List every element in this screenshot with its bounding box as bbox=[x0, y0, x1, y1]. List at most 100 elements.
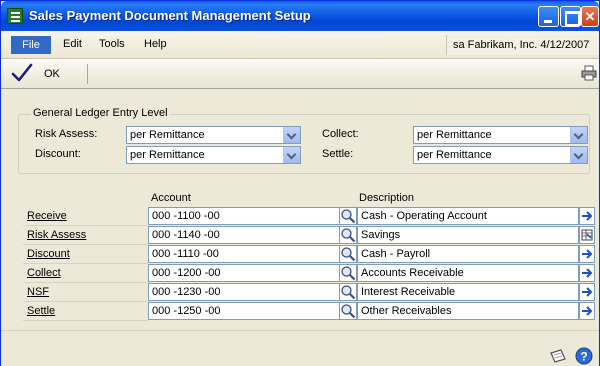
printer-icon[interactable] bbox=[581, 65, 597, 81]
magnifier-icon bbox=[341, 266, 356, 281]
chevron-down-icon[interactable] bbox=[283, 127, 300, 143]
account-input[interactable]: 000 -1100 -00 bbox=[148, 207, 340, 225]
risk-assess-value: per Remittance bbox=[130, 129, 205, 141]
row-link-settle[interactable]: Settle bbox=[27, 305, 55, 317]
gl-entry-group bbox=[18, 114, 590, 174]
account-value: 000 -1110 -00 bbox=[152, 248, 219, 260]
collect-dropdown[interactable]: per Remittance bbox=[413, 126, 588, 144]
description-value: Interest Receivable bbox=[361, 286, 456, 298]
magnifier-icon bbox=[341, 304, 356, 319]
chevron-down-icon[interactable] bbox=[570, 147, 587, 163]
magnifier-icon bbox=[341, 228, 356, 243]
expand-button[interactable] bbox=[579, 226, 595, 244]
account-value: 000 -1250 -00 bbox=[152, 305, 221, 317]
expand-button[interactable] bbox=[579, 245, 595, 263]
window: Sales Payment Document Management Setup … bbox=[0, 0, 600, 366]
row-link-nsf[interactable]: NSF bbox=[27, 286, 49, 298]
description-value: Accounts Receivable bbox=[361, 267, 464, 279]
expand-button[interactable] bbox=[579, 302, 595, 320]
window-title: Sales Payment Document Management Setup bbox=[29, 8, 311, 23]
account-row: Collect 000 -1200 -00 Accounts Receivabl… bbox=[23, 264, 595, 283]
description-field: Cash - Operating Account bbox=[357, 207, 579, 225]
account-row: NSF 000 -1230 -00 Interest Receivable bbox=[23, 283, 595, 302]
discount-dropdown[interactable]: per Remittance bbox=[126, 146, 301, 164]
maximize-button[interactable] bbox=[560, 6, 581, 27]
arrow-right-icon bbox=[582, 249, 593, 259]
help-icon[interactable]: ? bbox=[575, 347, 593, 365]
row-link-discount[interactable]: Discount bbox=[27, 248, 70, 260]
lookup-button[interactable] bbox=[339, 245, 357, 263]
minimize-button[interactable] bbox=[538, 6, 559, 27]
checkmark-icon bbox=[11, 63, 33, 82]
account-input[interactable]: 000 -1110 -00 bbox=[148, 245, 340, 263]
svg-text:?: ? bbox=[580, 350, 587, 364]
account-row: Risk Assess 000 -1140 -00 Savings bbox=[23, 226, 595, 245]
row-link-risk-assess[interactable]: Risk Assess bbox=[27, 229, 86, 241]
note-icon[interactable] bbox=[549, 349, 567, 363]
risk-assess-label: Risk Assess: bbox=[35, 128, 98, 140]
menu-file[interactable]: File bbox=[11, 36, 51, 54]
arrow-right-icon bbox=[582, 287, 593, 297]
lookup-button[interactable] bbox=[339, 207, 357, 225]
description-field: Other Receivables bbox=[357, 302, 579, 320]
discount-value: per Remittance bbox=[130, 149, 205, 161]
row-divider bbox=[23, 320, 148, 321]
menu-help[interactable]: Help bbox=[144, 38, 167, 50]
account-column-header: Account bbox=[151, 192, 191, 204]
account-input[interactable]: 000 -1250 -00 bbox=[148, 302, 340, 320]
description-field: Accounts Receivable bbox=[357, 264, 579, 282]
chevron-down-icon[interactable] bbox=[283, 147, 300, 163]
description-value: Cash - Payroll bbox=[361, 248, 431, 260]
grid-expand-icon bbox=[581, 229, 593, 241]
expand-button[interactable] bbox=[579, 264, 595, 282]
account-value: 000 -1200 -00 bbox=[152, 267, 221, 279]
account-input[interactable]: 000 -1230 -00 bbox=[148, 283, 340, 301]
magnifier-icon bbox=[341, 247, 356, 262]
expand-button[interactable] bbox=[579, 207, 595, 225]
account-row: Discount 000 -1110 -00 Cash - Payroll bbox=[23, 245, 595, 264]
account-input[interactable]: 000 -1140 -00 bbox=[148, 226, 340, 244]
discount-label: Discount: bbox=[35, 148, 81, 160]
toolbar-separator bbox=[87, 64, 88, 84]
main-content: General Ledger Entry Level Risk Assess: … bbox=[1, 90, 599, 330]
gl-entry-group-title: General Ledger Entry Level bbox=[31, 107, 170, 119]
lookup-button[interactable] bbox=[339, 226, 357, 244]
description-value: Cash - Operating Account bbox=[361, 210, 487, 222]
settle-label: Settle: bbox=[322, 148, 354, 160]
description-field: Interest Receivable bbox=[357, 283, 579, 301]
account-value: 000 -1230 -00 bbox=[152, 286, 221, 298]
collect-value: per Remittance bbox=[417, 129, 492, 141]
description-field: Savings bbox=[357, 226, 579, 244]
menu-edit[interactable]: Edit bbox=[63, 38, 82, 50]
collect-label: Collect: bbox=[322, 128, 359, 140]
account-value: 000 -1140 -00 bbox=[152, 229, 220, 241]
lookup-button[interactable] bbox=[339, 264, 357, 282]
title-bar[interactable]: Sales Payment Document Management Setup … bbox=[1, 1, 599, 31]
row-link-collect[interactable]: Collect bbox=[27, 267, 61, 279]
lookup-button[interactable] bbox=[339, 302, 357, 320]
description-value: Savings bbox=[361, 229, 401, 241]
risk-assess-dropdown[interactable]: per Remittance bbox=[126, 126, 301, 144]
chevron-down-icon[interactable] bbox=[570, 127, 587, 143]
magnifier-icon bbox=[341, 285, 356, 300]
expand-button[interactable] bbox=[579, 283, 595, 301]
toolbar: OK bbox=[1, 59, 599, 89]
app-icon bbox=[7, 8, 23, 24]
status-bar: ? bbox=[1, 330, 599, 366]
magnifier-icon bbox=[341, 209, 356, 224]
account-row: Receive 000 -1100 -00 Cash - Operating A… bbox=[23, 207, 595, 226]
menu-tools[interactable]: Tools bbox=[99, 38, 125, 50]
account-value: 000 -1100 -00 bbox=[152, 210, 220, 222]
description-field: Cash - Payroll bbox=[357, 245, 579, 263]
arrow-right-icon bbox=[582, 211, 593, 221]
company-info: sa Fabrikam, Inc. 4/12/2007 bbox=[446, 35, 599, 55]
arrow-right-icon bbox=[582, 306, 593, 316]
ok-button[interactable]: OK bbox=[11, 62, 81, 86]
settle-value: per Remittance bbox=[417, 149, 492, 161]
row-link-receive[interactable]: Receive bbox=[27, 210, 67, 222]
settle-dropdown[interactable]: per Remittance bbox=[413, 146, 588, 164]
account-input[interactable]: 000 -1200 -00 bbox=[148, 264, 340, 282]
lookup-button[interactable] bbox=[339, 283, 357, 301]
ok-label: OK bbox=[44, 68, 60, 80]
close-button[interactable]: ✕ bbox=[581, 6, 599, 27]
